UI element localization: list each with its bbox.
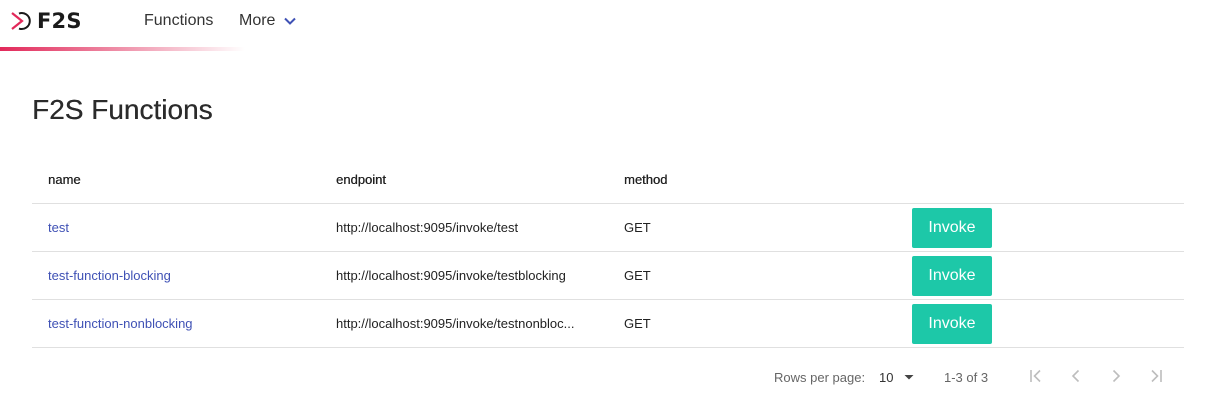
function-method: GET <box>624 316 651 331</box>
previous-page-icon <box>1071 369 1080 383</box>
nav-more-menu[interactable]: More <box>239 10 297 32</box>
app-header: F2S Functions More <box>0 0 1214 52</box>
last-page-icon <box>1151 369 1162 383</box>
header-accent-bar <box>0 47 245 51</box>
function-method: GET <box>624 220 651 235</box>
function-name-link[interactable]: test-function-blocking <box>48 268 171 283</box>
first-page-icon <box>1030 369 1041 383</box>
pagination-range: 1-3 of 3 <box>944 369 989 385</box>
nav-functions-label: Functions <box>144 12 214 29</box>
page-title: F2S Functions <box>32 94 213 125</box>
invoke-button[interactable]: Invoke <box>912 303 992 344</box>
column-header-method: method <box>624 171 668 187</box>
function-name-link[interactable]: test-function-nonblocking <box>48 316 193 331</box>
chevron-down-icon <box>284 17 297 25</box>
functions-table: name endpoint method test http://localho… <box>32 155 1184 348</box>
nav-functions[interactable]: Functions <box>144 10 213 32</box>
next-page-icon <box>1112 369 1121 383</box>
table-header-row: name endpoint method <box>32 155 1184 204</box>
caret-down-icon <box>904 375 914 380</box>
rows-per-page-value: 10 <box>879 369 894 385</box>
column-header-endpoint: endpoint <box>336 171 386 187</box>
f2s-logo-icon <box>11 12 31 30</box>
logo[interactable]: F2S <box>10 8 82 34</box>
column-header-name: name <box>48 171 81 187</box>
first-page-button[interactable] <box>1026 366 1046 386</box>
previous-page-button[interactable] <box>1066 366 1086 386</box>
next-page-button[interactable] <box>1106 366 1126 386</box>
logo-text: F2S <box>37 9 82 33</box>
rows-per-page-select[interactable]: 10 <box>879 364 915 390</box>
invoke-button[interactable]: Invoke <box>912 207 992 248</box>
function-endpoint: http://localhost:9095/invoke/testnonbloc… <box>336 316 575 331</box>
rows-per-page-label: Rows per page: <box>774 369 866 385</box>
last-page-button[interactable] <box>1146 366 1166 386</box>
function-endpoint: http://localhost:9095/invoke/test <box>336 220 519 235</box>
invoke-button[interactable]: Invoke <box>912 255 992 296</box>
function-method: GET <box>624 268 651 283</box>
function-endpoint: http://localhost:9095/invoke/testblockin… <box>336 268 566 283</box>
function-name-link[interactable]: test <box>48 220 69 235</box>
table-row: test-function-nonblocking http://localho… <box>32 300 1184 348</box>
table-row: test http://localhost:9095/invoke/test G… <box>32 204 1184 252</box>
table-row: test-function-blocking http://localhost:… <box>32 252 1184 300</box>
nav-more-label: More <box>239 12 276 29</box>
